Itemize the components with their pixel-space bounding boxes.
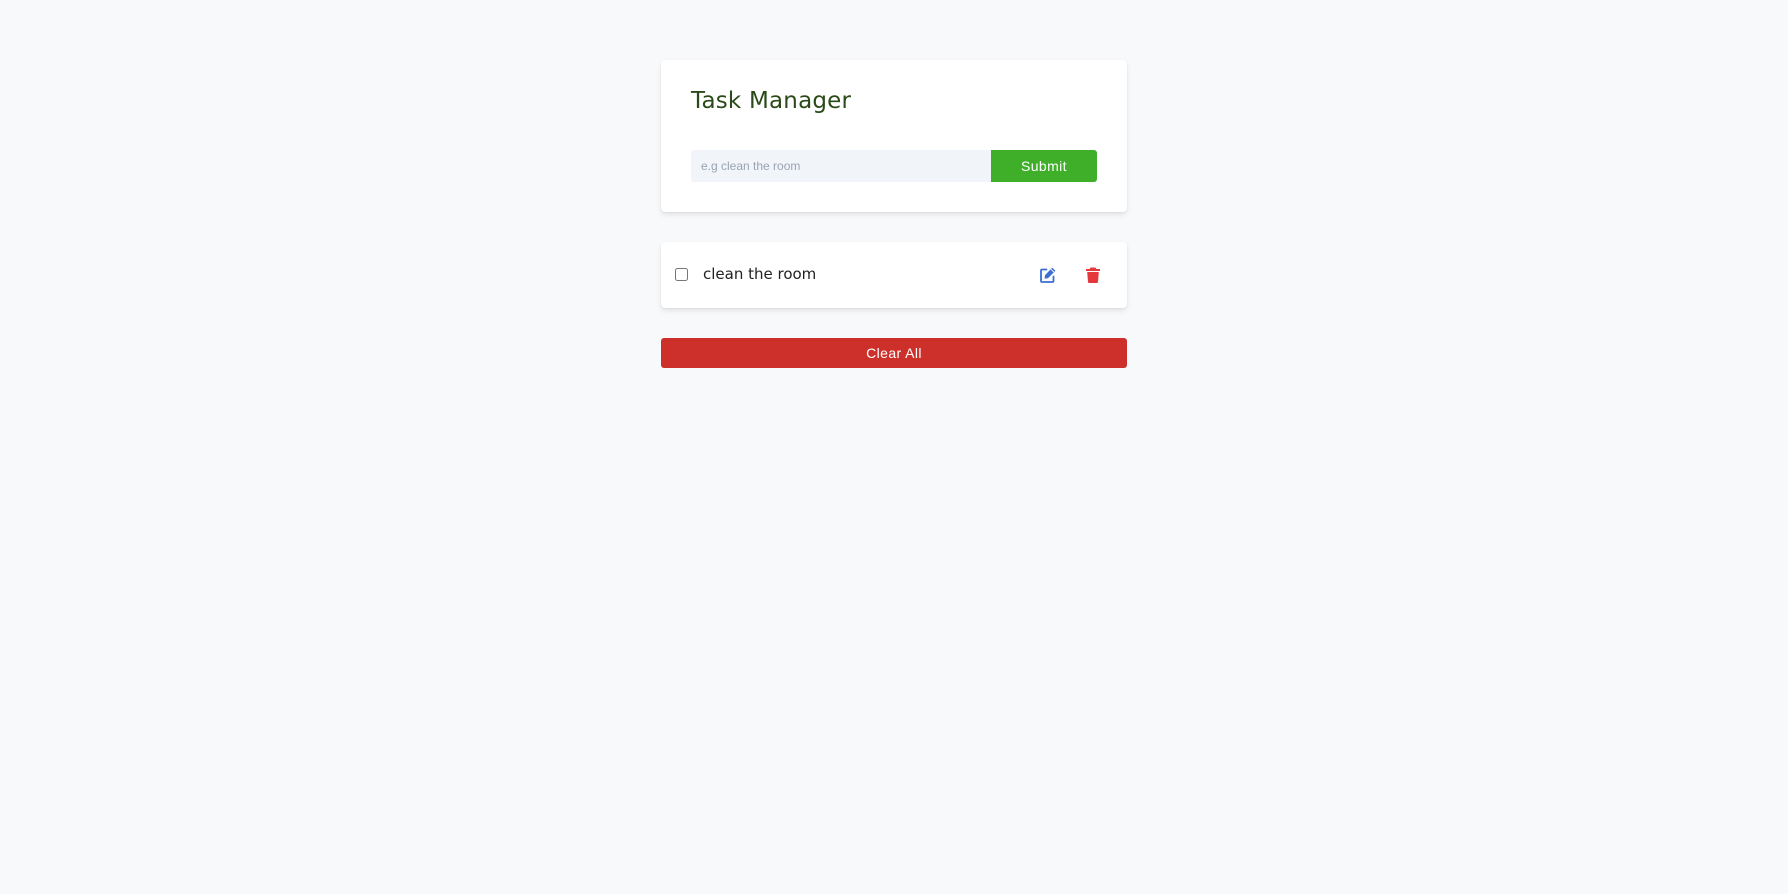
- submit-button[interactable]: Submit: [991, 150, 1097, 182]
- delete-button[interactable]: [1084, 266, 1102, 284]
- trash-icon: [1086, 267, 1100, 283]
- task-text: clean the room: [703, 265, 817, 283]
- task-list: clean the room: [661, 242, 1127, 308]
- edit-icon: [1040, 267, 1056, 283]
- task-complete-checkbox[interactable]: [675, 268, 688, 281]
- task-form: Submit: [691, 150, 1097, 182]
- edit-button[interactable]: [1039, 266, 1057, 284]
- clear-all-button[interactable]: Clear All: [661, 338, 1127, 368]
- task-form-card: Task Manager Submit: [661, 60, 1127, 212]
- task-input[interactable]: [691, 150, 991, 182]
- task-item: clean the room: [661, 242, 1127, 308]
- page-title: Task Manager: [691, 88, 852, 114]
- task-manager-container: Task Manager Submit clean the room: [661, 60, 1127, 368]
